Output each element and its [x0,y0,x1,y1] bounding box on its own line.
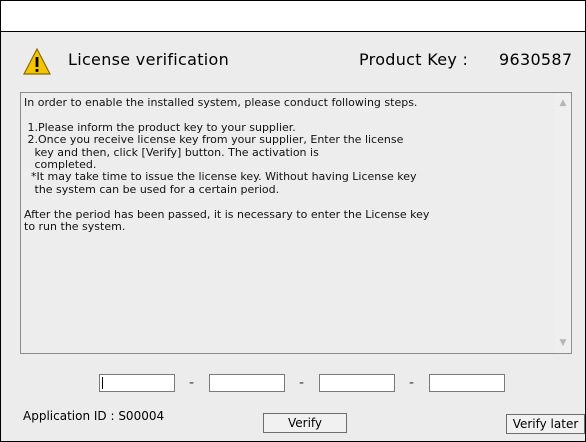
text-caret [102,377,103,389]
dialog-title: License verification [68,50,230,69]
license-key-field-4[interactable] [429,374,505,392]
license-key-field-1[interactable] [99,374,175,392]
scroll-up-icon[interactable]: ▲ [558,99,568,108]
product-key-value: 9630587 [499,50,573,69]
key-separator: - [299,375,305,391]
instructions-scrollbar[interactable]: ▲ ▼ [555,93,571,353]
product-key-label: Product Key : [359,50,469,69]
license-key-field-3[interactable] [319,374,395,392]
license-dialog: License verification Product Key : 96305… [0,0,586,442]
title-bar [1,1,585,32]
license-key-field-2[interactable] [209,374,285,392]
warning-icon [23,48,51,75]
scroll-down-icon[interactable]: ▼ [558,339,568,348]
application-id: Application ID : S00004 [23,409,165,423]
verify-later-button[interactable]: Verify later [506,414,585,434]
instructions-textarea[interactable]: In order to enable the installed system,… [20,92,572,354]
instructions-text: In order to enable the installed system,… [24,96,430,234]
key-separator: - [409,375,415,391]
key-separator: - [189,375,195,391]
verify-button[interactable]: Verify [263,413,347,433]
